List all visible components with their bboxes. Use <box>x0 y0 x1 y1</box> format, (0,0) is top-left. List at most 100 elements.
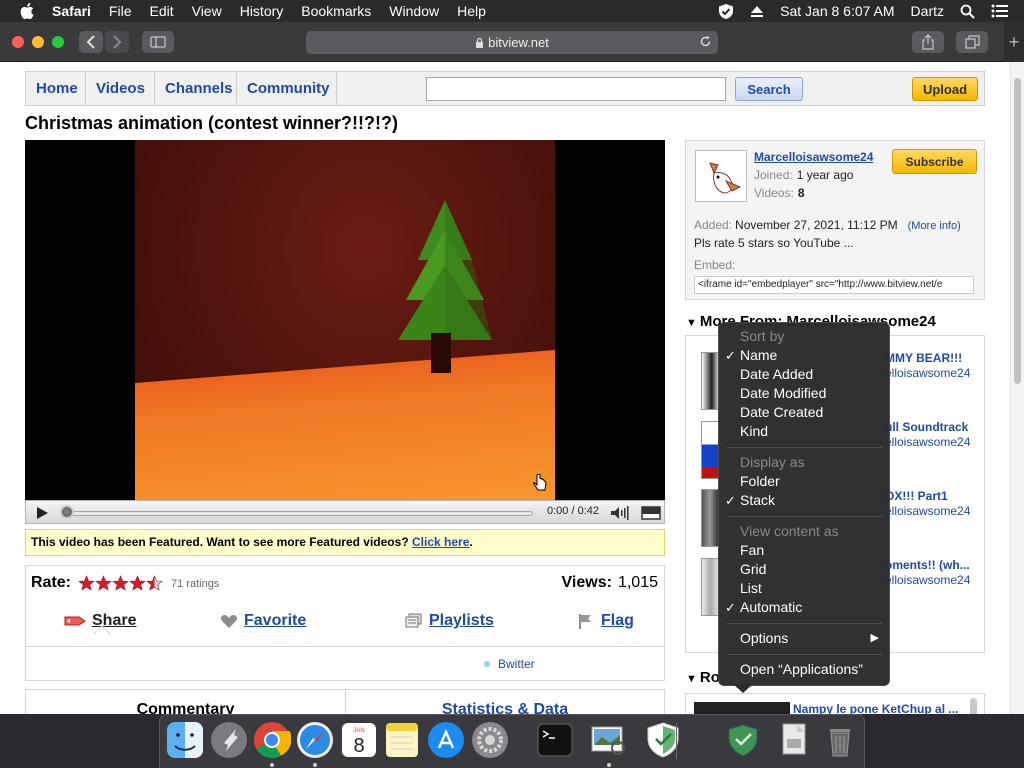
view-grid-item[interactable]: Grid <box>719 560 889 579</box>
view-list-item[interactable]: List <box>719 579 889 598</box>
bwitter-share[interactable]: Bwitter <box>484 657 535 671</box>
star-icon[interactable] <box>146 575 163 591</box>
safari-icon[interactable] <box>296 721 334 759</box>
channel-avatar[interactable] <box>695 150 747 202</box>
favorite-action[interactable]: Favorite <box>220 610 306 632</box>
sort-kind-item[interactable]: Kind <box>719 422 889 441</box>
share-toolbar-button[interactable] <box>912 31 944 53</box>
seek-handle[interactable] <box>60 505 74 519</box>
forward-button[interactable] <box>105 31 129 53</box>
more-video-title[interactable]: ull Soundtrack <box>885 420 968 434</box>
chrome-icon[interactable] <box>253 721 292 759</box>
menu-view[interactable]: View <box>192 3 222 19</box>
more-video-title[interactable]: oments!! (wh... <box>885 558 970 572</box>
sort-name-item[interactable]: ✓ Name <box>719 346 889 365</box>
featured-link[interactable]: Click here <box>412 535 469 549</box>
menu-clock[interactable]: Sat Jan 8 6:07 AM <box>780 3 894 19</box>
embed-code-field[interactable]: <iframe id="embedplayer" src="http://www… <box>694 276 974 294</box>
site-search-input[interactable] <box>426 77 726 101</box>
related-thumbnail[interactable] <box>694 702 790 714</box>
calendar-icon[interactable]: JAN 8 <box>340 721 378 759</box>
menu-app-name[interactable]: Safari <box>52 3 91 19</box>
play-button[interactable] <box>35 506 49 525</box>
reload-icon[interactable] <box>699 35 712 51</box>
more-video-user[interactable]: elloisawsome24 <box>885 504 970 518</box>
video-thumbnail[interactable] <box>701 489 719 547</box>
sort-date-modified-item[interactable]: Date Modified <box>719 384 889 403</box>
adguard-folder-icon[interactable] <box>724 721 762 759</box>
more-video-title[interactable]: MMY BEAR!!! <box>885 351 962 365</box>
video-thumbnail[interactable] <box>701 558 719 616</box>
more-video-user[interactable]: elloisawsome24 <box>885 366 970 380</box>
options-submenu-item[interactable]: Options ▶ <box>719 629 889 648</box>
related-scrollbar[interactable] <box>970 698 977 714</box>
more-video-user[interactable]: elloisawsome24 <box>885 435 970 449</box>
star-icon[interactable] <box>129 575 146 591</box>
search-button[interactable]: Search <box>735 77 803 101</box>
star-icon[interactable] <box>112 575 129 591</box>
shield-status-icon[interactable] <box>718 3 734 20</box>
close-window-button[interactable] <box>12 36 24 48</box>
sort-date-added-item[interactable]: Date Added <box>719 365 889 384</box>
sidebar-toggle-button[interactable] <box>142 31 174 53</box>
minimize-window-button[interactable] <box>32 36 44 48</box>
channel-name[interactable]: Marcelloisawsome24 <box>754 150 873 164</box>
page-scroll-thumb[interactable] <box>1014 78 1021 384</box>
seek-bar[interactable] <box>66 511 533 516</box>
trash-icon[interactable] <box>821 721 859 759</box>
terminal-icon[interactable] <box>536 721 574 759</box>
flag-action[interactable]: Flag <box>577 610 634 632</box>
finder-icon[interactable] <box>166 721 204 759</box>
nav-channels[interactable]: Channels <box>155 72 237 105</box>
new-tab-button[interactable]: + <box>1004 22 1024 62</box>
display-stack-item[interactable]: ✓ Stack <box>719 491 889 510</box>
video-thumbnail[interactable] <box>701 421 719 479</box>
spotlight-search-icon[interactable] <box>960 4 975 19</box>
back-button[interactable] <box>79 31 103 53</box>
launchpad-icon[interactable] <box>210 721 248 759</box>
address-bar[interactable]: bitview.net <box>306 31 718 54</box>
nav-videos[interactable]: Videos <box>86 72 155 105</box>
menu-help[interactable]: Help <box>457 3 486 19</box>
eject-icon[interactable] <box>750 5 764 18</box>
nav-community[interactable]: Community <box>237 72 337 105</box>
star-icon[interactable] <box>95 575 112 591</box>
fullscreen-button[interactable] <box>641 506 661 525</box>
more-info-link[interactable]: (More info) <box>908 220 961 232</box>
open-applications-item[interactable]: Open “Applications” <box>719 660 889 679</box>
menu-bookmarks[interactable]: Bookmarks <box>301 3 371 19</box>
apple-menu-icon[interactable] <box>20 3 38 19</box>
display-folder-item[interactable]: Folder <box>719 472 889 491</box>
zoom-window-button[interactable] <box>52 36 64 48</box>
menu-window[interactable]: Window <box>389 3 439 19</box>
tab-overview-button[interactable] <box>956 31 988 53</box>
notes-icon[interactable] <box>383 721 421 759</box>
system-preferences-icon[interactable] <box>471 721 509 759</box>
subscribe-button[interactable]: Subscribe <box>892 149 977 174</box>
app-store-icon[interactable] <box>427 721 465 759</box>
document-stack-icon[interactable] <box>775 721 813 759</box>
upload-button[interactable]: Upload <box>912 77 978 101</box>
tab-statistics[interactable]: Statistics & Data <box>346 690 664 714</box>
view-fan-item[interactable]: Fan <box>719 541 889 560</box>
more-video-user[interactable]: elloisawsome24 <box>885 573 970 587</box>
tab-commentary[interactable]: Commentary <box>26 690 346 714</box>
related-header[interactable]: ▼ Ro <box>686 669 720 686</box>
page-scrollbar[interactable] <box>1010 62 1024 714</box>
playlists-action[interactable]: Playlists <box>405 610 494 632</box>
more-video-title[interactable]: OX!!! Part1 <box>885 489 948 503</box>
video-player[interactable] <box>25 140 665 500</box>
control-center-list-icon[interactable] <box>991 4 1008 18</box>
menu-file[interactable]: File <box>109 3 132 19</box>
sort-date-created-item[interactable]: Date Created <box>719 403 889 422</box>
video-thumbnail[interactable] <box>701 352 719 410</box>
volume-button[interactable] <box>610 506 630 525</box>
view-automatic-item[interactable]: ✓ Automatic <box>719 598 889 617</box>
nav-home[interactable]: Home <box>26 72 86 105</box>
preview-icon[interactable] <box>590 721 628 759</box>
star-icon[interactable] <box>78 575 95 591</box>
related-video-title[interactable]: Nampy le pone KetChup al ... <box>793 702 958 714</box>
star-rating[interactable] <box>78 575 163 591</box>
menu-edit[interactable]: Edit <box>149 3 173 19</box>
menu-history[interactable]: History <box>240 3 284 19</box>
